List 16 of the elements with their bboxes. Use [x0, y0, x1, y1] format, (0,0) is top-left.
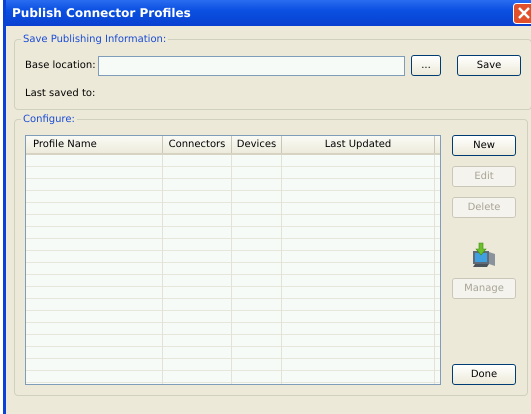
- close-icon[interactable]: [513, 2, 531, 24]
- group-title: Configure:: [22, 114, 76, 125]
- field-label: Base location:: [25, 60, 97, 71]
- save-button[interactable]: Save: [457, 55, 521, 76]
- column-header[interactable]: Last Updated: [282, 136, 435, 153]
- action-button[interactable]: Done: [452, 364, 516, 385]
- field-label: Last saved to:: [25, 88, 96, 99]
- input-field[interactable]: [98, 56, 405, 76]
- computer-download-icon: [471, 242, 497, 268]
- column-header[interactable]: Profile Name: [26, 136, 163, 153]
- action-button[interactable]: New: [452, 135, 516, 156]
- column-header[interactable]: Devices: [232, 136, 282, 153]
- group-title: Save Publishing Information:: [22, 34, 168, 45]
- column-header[interactable]: Connectors: [163, 136, 232, 153]
- browse-button[interactable]: ...: [411, 55, 441, 76]
- window-title: Publish Connector Profiles: [12, 6, 191, 20]
